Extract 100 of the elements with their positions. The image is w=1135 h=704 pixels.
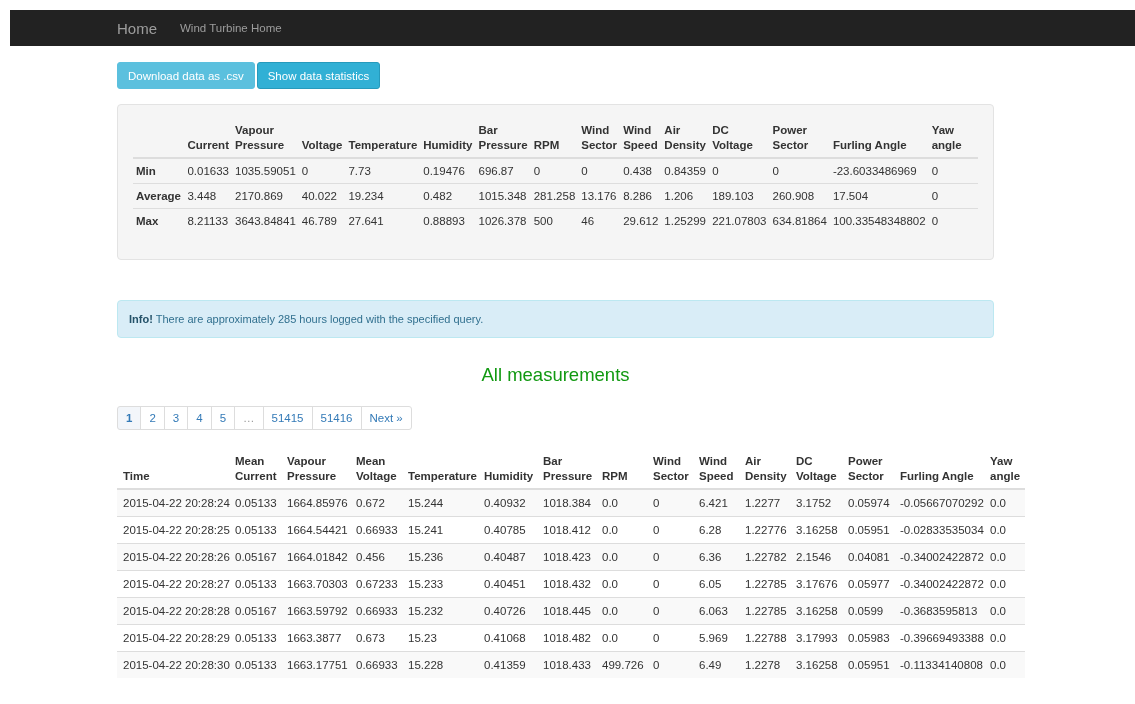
table-cell: 0.67233: [350, 570, 402, 598]
table-cell: 0.456: [350, 543, 402, 571]
table-cell: -0.39669493388: [894, 624, 984, 652]
table-cell: 1026.378: [475, 208, 531, 233]
table-cell: 0.0: [596, 570, 647, 598]
table-cell: 2170.869: [232, 183, 299, 209]
table-cell: 3.17676: [790, 570, 842, 598]
row-header: Max: [133, 208, 185, 233]
table-cell: 6.28: [693, 516, 739, 544]
table-cell: -0.34002422872: [894, 570, 984, 598]
table-cell: 0: [647, 570, 693, 598]
table-cell: 8.21133: [184, 208, 232, 233]
table-cell: 0.05977: [842, 570, 894, 598]
table-cell: 1018.432: [537, 570, 596, 598]
table-cell: 46.789: [298, 208, 346, 233]
table-cell: 221.07803: [709, 208, 770, 233]
column-header: Bar Pressure: [475, 119, 531, 158]
table-cell: 0: [928, 183, 978, 209]
table-cell: 500: [530, 208, 579, 233]
table-cell: 1.2277: [739, 489, 790, 517]
pagination-link[interactable]: 1: [117, 406, 142, 430]
table-cell: 0.66933: [350, 516, 402, 544]
column-header: Furling Angle: [829, 119, 929, 158]
table-cell: 1.22785: [739, 570, 790, 598]
table-cell: 499.726: [596, 651, 647, 678]
table-cell: 0: [298, 158, 346, 184]
pagination-link[interactable]: 4: [187, 406, 212, 430]
table-cell: 1.206: [661, 183, 710, 209]
table-cell: 100.33548348802: [829, 208, 929, 233]
table-cell: -0.05667070292: [894, 489, 984, 517]
pagination-link[interactable]: 2: [140, 406, 165, 430]
nav-link[interactable]: Wind Turbine Home: [180, 22, 282, 34]
table-cell: 6.421: [693, 489, 739, 517]
table-cell: 1018.433: [537, 651, 596, 678]
table-cell: 1015.348: [475, 183, 531, 209]
table-cell: 46: [578, 208, 621, 233]
action-button[interactable]: Show data statistics: [256, 62, 381, 89]
table-cell: 15.228: [402, 651, 478, 678]
table-cell: -0.34002422872: [894, 543, 984, 571]
table-cell: 0.482: [420, 183, 476, 209]
table-cell: 0.40785: [478, 516, 537, 544]
table-cell: -0.02833535034: [894, 516, 984, 544]
column-header: Power Sector: [769, 119, 830, 158]
table-cell: 0.41068: [478, 624, 537, 652]
table-cell: 3.1752: [790, 489, 842, 517]
nav-brand[interactable]: Home: [117, 19, 157, 37]
table-cell: 0.40726: [478, 597, 537, 625]
table-cell: -0.11334140808: [894, 651, 984, 678]
table-cell: 0.66933: [350, 651, 402, 678]
column-header: Air Density: [661, 119, 710, 158]
table-cell: 0.05133: [229, 624, 281, 652]
table-cell: 1018.482: [537, 624, 596, 652]
table-cell: 0.0: [596, 489, 647, 517]
table-cell: 2015-04-22 20:28:24: [117, 489, 229, 517]
table-cell: 0.672: [350, 489, 402, 517]
table-cell: 15.244: [402, 489, 478, 517]
table-cell: 29.612: [620, 208, 662, 233]
table-cell: 6.36: [693, 543, 739, 571]
column-header: Vapour Pressure: [232, 119, 299, 158]
column-header: Voltage: [298, 119, 346, 158]
column-header: DC Voltage: [709, 119, 770, 158]
table-cell: 696.87: [475, 158, 531, 184]
column-header: Temperature: [345, 119, 421, 158]
table-cell: 13.176: [578, 183, 621, 209]
table-cell: 6.49: [693, 651, 739, 678]
table-cell: 3.17993: [790, 624, 842, 652]
table-cell: 1664.85976: [281, 489, 350, 517]
table-cell: 0.40932: [478, 489, 537, 517]
pagination-link[interactable]: Next »: [360, 406, 412, 430]
table-cell: 8.286: [620, 183, 662, 209]
table-cell: 2015-04-22 20:28:30: [117, 651, 229, 678]
table-cell: 0.0: [984, 489, 1025, 517]
table-cell: 0.0: [984, 651, 1025, 678]
table-cell: 0.40487: [478, 543, 537, 571]
table-cell: 0.05951: [842, 651, 894, 678]
table-cell: 1663.59792: [281, 597, 350, 625]
table-cell: 0.05167: [229, 597, 281, 625]
table-cell: 2015-04-22 20:28:29: [117, 624, 229, 652]
column-header: Wind Speed: [620, 119, 662, 158]
table-cell: 15.241: [402, 516, 478, 544]
table-cell: 0.438: [620, 158, 662, 184]
table-cell: 0: [928, 158, 978, 184]
table-cell: 0.0: [984, 570, 1025, 598]
column-header: RPM: [530, 119, 579, 158]
table-cell: 1.22788: [739, 624, 790, 652]
table-cell: 1035.59051: [232, 158, 299, 184]
table-cell: 6.05: [693, 570, 739, 598]
table-cell: 0.66933: [350, 597, 402, 625]
table-cell: 0.0599: [842, 597, 894, 625]
table-cell: 0: [647, 597, 693, 625]
table-cell: 0: [709, 158, 770, 184]
pagination-link[interactable]: 51416: [311, 406, 362, 430]
column-header: Wind Sector: [578, 119, 621, 158]
table-cell: 0.05133: [229, 489, 281, 517]
table-cell: 0: [769, 158, 830, 184]
info-alert: Info! There are approximately 285 hours logged with the specified query.: [117, 300, 994, 338]
table-cell: 27.641: [345, 208, 421, 233]
table-cell: 1.22785: [739, 597, 790, 625]
table-cell: 2.1546: [790, 543, 842, 571]
pagination-link[interactable]: 51415: [262, 406, 313, 430]
